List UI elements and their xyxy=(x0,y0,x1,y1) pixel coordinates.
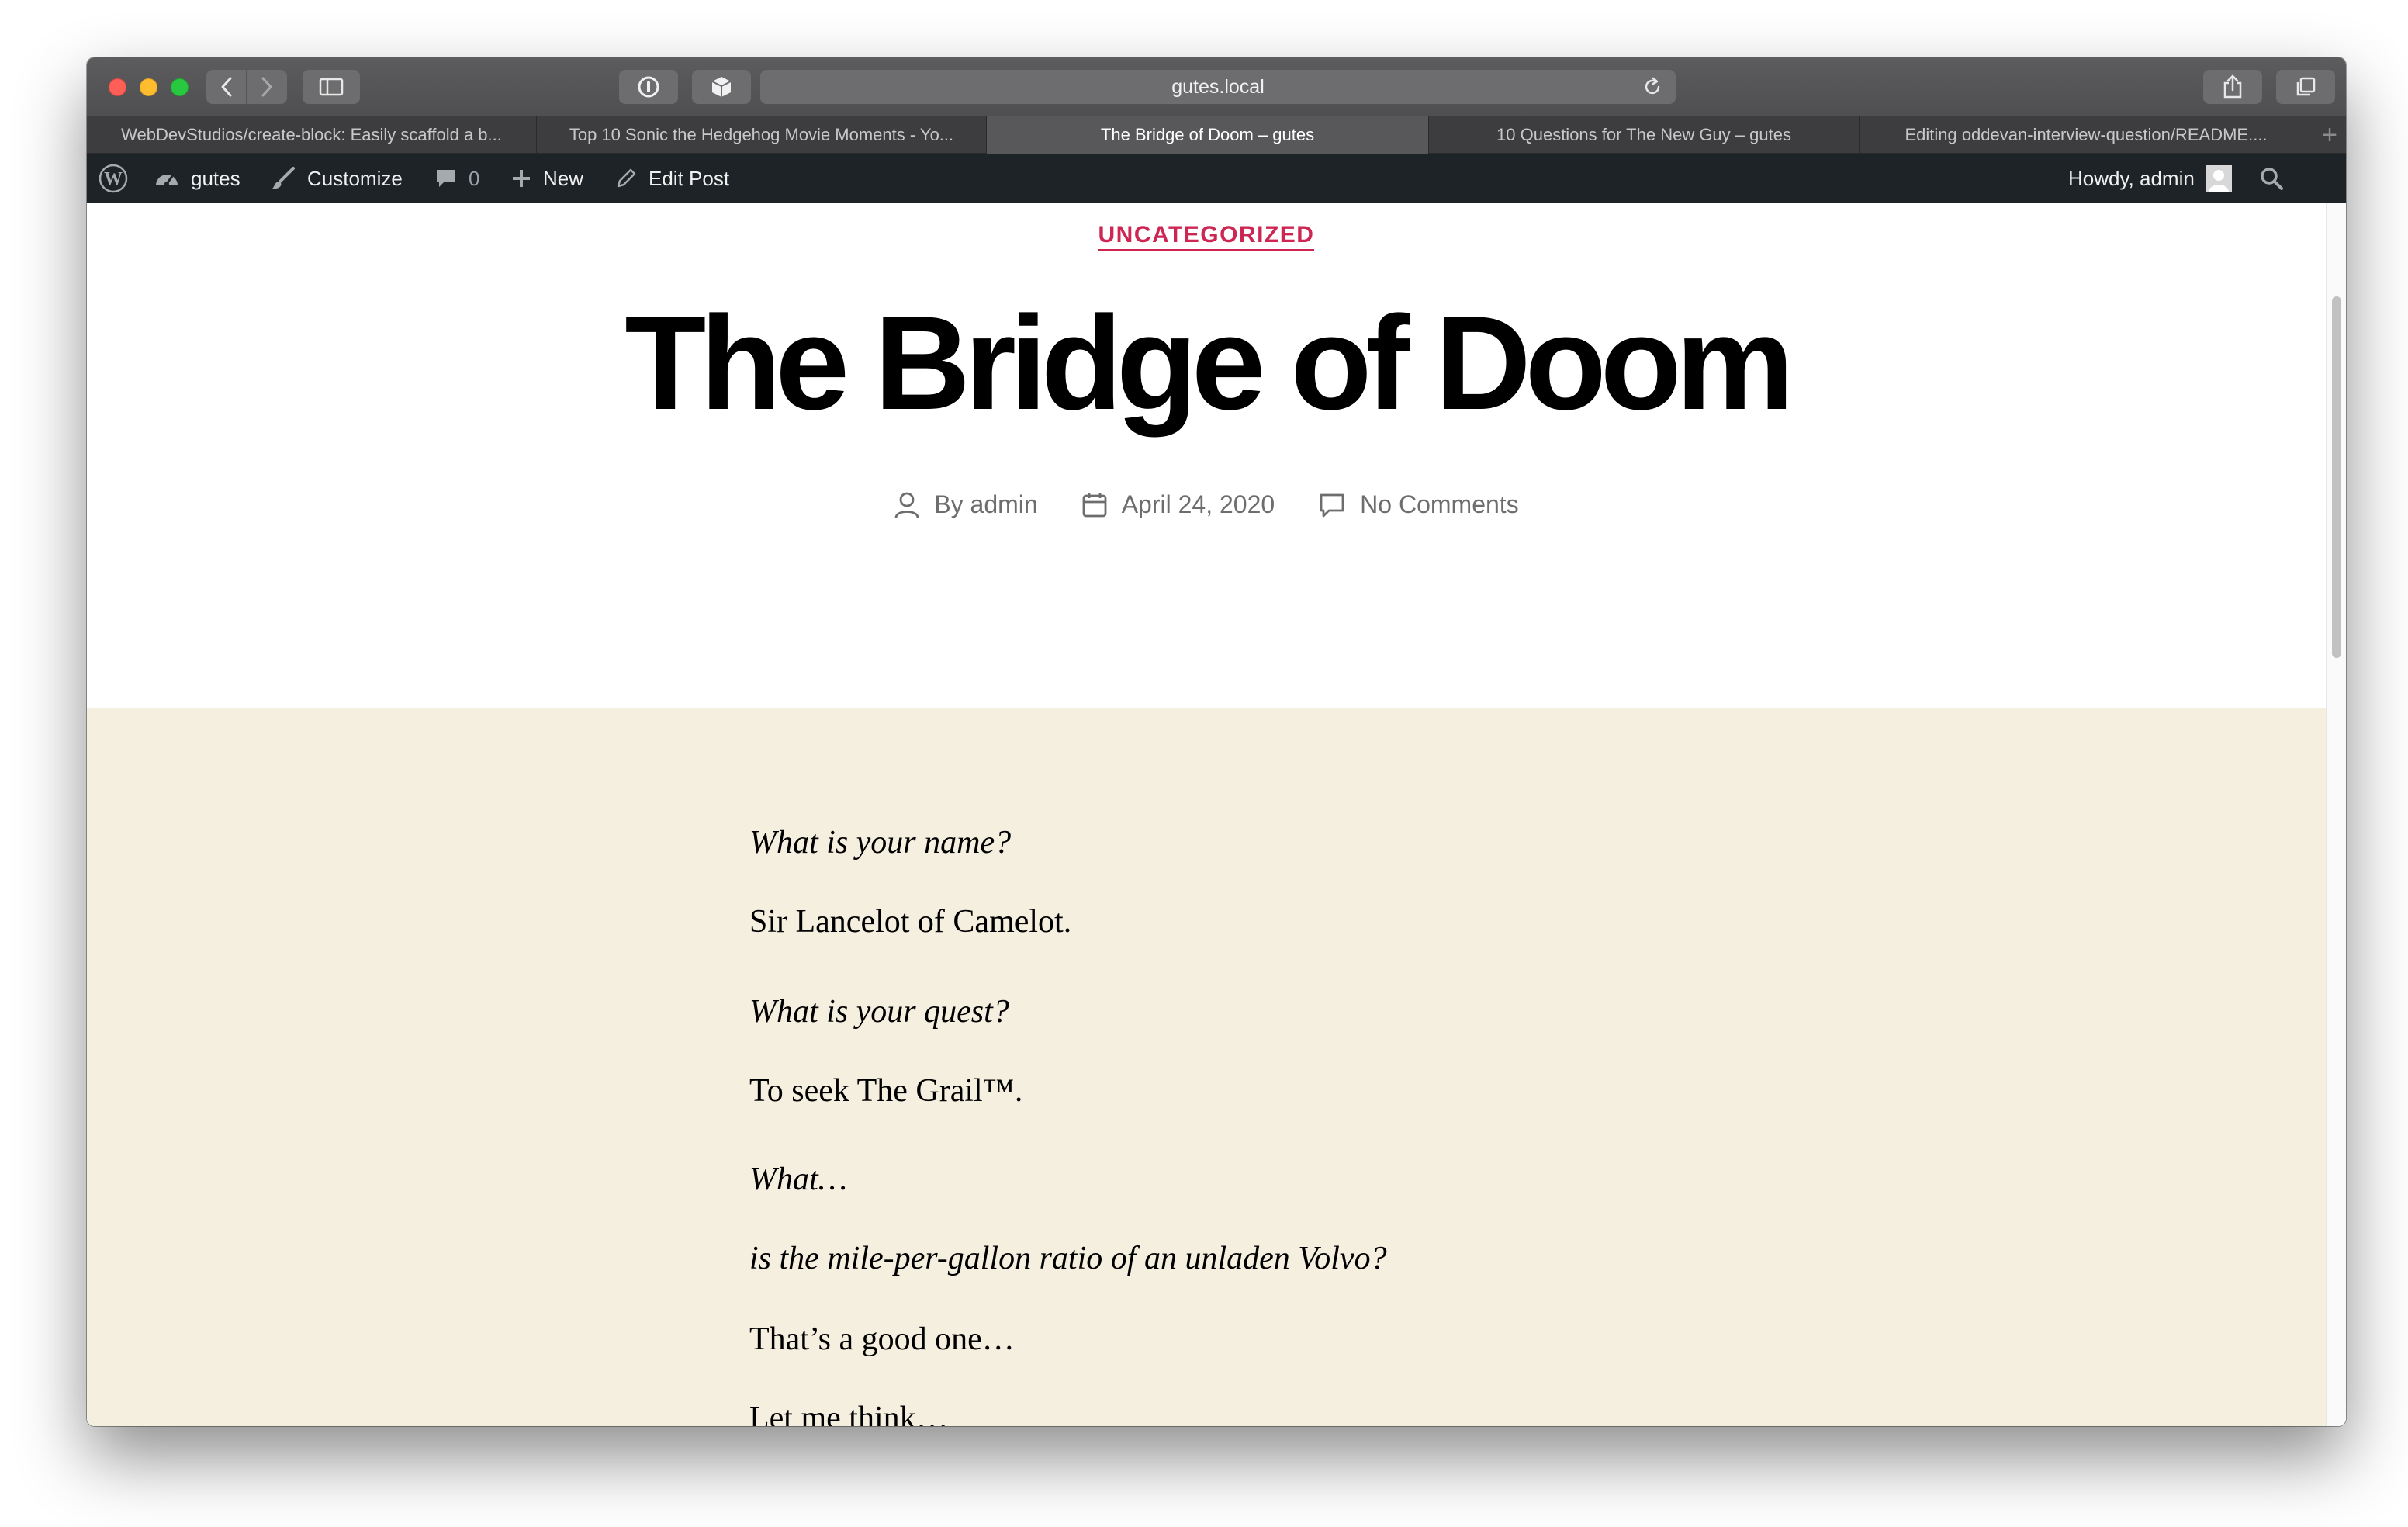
share-icon[interactable] xyxy=(2203,70,2262,104)
comments-count: 0 xyxy=(469,166,480,190)
close-icon[interactable] xyxy=(109,78,126,96)
edit-post-link[interactable]: Edit Post xyxy=(614,154,729,203)
post-category: UNCATEGORIZED xyxy=(87,222,2326,251)
reload-icon[interactable] xyxy=(1642,76,1663,98)
tab-label: The Bridge of Doom – gutes xyxy=(1100,125,1315,144)
page-content: UNCATEGORIZED The Bridge of Doom By admi… xyxy=(87,203,2326,1426)
calendar-icon xyxy=(1082,493,1107,517)
new-content-link[interactable]: New xyxy=(510,154,583,203)
comment-icon xyxy=(437,170,455,187)
browser-window: gutes.local WebDevStudios/create-block: … xyxy=(87,57,2346,1426)
tab-label: Top 10 Sonic the Hedgehog Movie Moments … xyxy=(569,125,954,144)
tab-label: WebDevStudios/create-block: Easily scaff… xyxy=(121,125,502,144)
dialogue-line: What… xyxy=(749,1162,847,1197)
tab-create-block[interactable]: WebDevStudios/create-block: Easily scaff… xyxy=(87,116,537,154)
svg-text:W: W xyxy=(104,169,123,189)
wp-admin-bar: W gutes Customize 0 New Edit Post Howdy,… xyxy=(87,154,2346,203)
dashboard-icon xyxy=(156,175,178,186)
my-account-menu[interactable]: Howdy, admin xyxy=(2068,154,2232,203)
howdy-label: Howdy, admin xyxy=(2068,166,2195,190)
post-date[interactable]: April 24, 2020 xyxy=(1081,490,1275,519)
plus-icon xyxy=(513,170,530,187)
dialogue-line: What is your name? xyxy=(749,825,1012,860)
extension-icon[interactable] xyxy=(692,70,751,104)
category-link[interactable]: UNCATEGORIZED xyxy=(1098,222,1315,251)
tab-sonic[interactable]: Top 10 Sonic the Hedgehog Movie Moments … xyxy=(537,116,987,154)
forward-icon[interactable] xyxy=(247,70,287,104)
sidebar-icon[interactable] xyxy=(303,70,360,104)
nav-buttons xyxy=(206,70,287,104)
zoom-icon[interactable] xyxy=(171,78,189,96)
customize-label: Customize xyxy=(307,166,403,190)
site-name-menu[interactable]: gutes xyxy=(154,154,240,203)
back-icon[interactable] xyxy=(206,70,247,104)
pencil-icon xyxy=(617,168,636,188)
dialogue-line: Let me think… xyxy=(749,1401,949,1426)
minimize-icon[interactable] xyxy=(140,78,157,96)
url-text: gutes.local xyxy=(1171,75,1265,98)
tab-editing-readme[interactable]: Editing oddevan-interview-question/READM… xyxy=(1860,116,2313,154)
scrollbar-thumb[interactable] xyxy=(2332,296,2341,658)
post-title: The Bridge of Doom xyxy=(624,289,1794,438)
dialogue-line: To seek The Grail™. xyxy=(749,1073,1023,1109)
password-icon[interactable] xyxy=(619,70,678,104)
dialogue-line: is the mile-per-gallon ratio of an unlad… xyxy=(749,1241,1387,1276)
post-author[interactable]: By admin xyxy=(894,490,1038,519)
edit-post-label: Edit Post xyxy=(649,166,730,190)
address-bar[interactable]: gutes.local xyxy=(760,70,1676,104)
cover-block: What is your name? Sir Lancelot of Camel… xyxy=(87,708,2326,1426)
avatar-icon xyxy=(2205,165,2232,192)
dialogue-line: That’s a good one… xyxy=(749,1321,1015,1357)
search-icon[interactable] xyxy=(2259,154,2284,203)
site-name: gutes xyxy=(191,166,240,190)
tab-label: 10 Questions for The New Guy – gutes xyxy=(1496,125,1791,144)
post-meta: By admin April 24, 2020 No Comments xyxy=(87,490,2326,519)
browser-toolbar: gutes.local xyxy=(87,57,2346,116)
tab-ten-questions[interactable]: 10 Questions for The New Guy – gutes xyxy=(1429,116,1860,154)
wordpress-icon[interactable]: W xyxy=(98,154,129,203)
tabs-overview-icon[interactable] xyxy=(2276,70,2335,104)
customize-link[interactable]: Customize xyxy=(270,154,403,203)
comment-bubble-icon xyxy=(1320,493,1344,517)
dialogue-line: What is your quest? xyxy=(749,994,1009,1030)
new-tab-button[interactable]: + xyxy=(2313,116,2346,154)
comments-text: No Comments xyxy=(1360,490,1519,518)
user-icon xyxy=(894,492,919,518)
new-label: New xyxy=(543,166,584,190)
post-comments[interactable]: No Comments xyxy=(1318,490,1519,519)
author-text: By admin xyxy=(934,490,1038,518)
dialogue-line: Sir Lancelot of Camelot. xyxy=(749,904,1072,940)
tab-bar: WebDevStudios/create-block: Easily scaff… xyxy=(87,116,2346,154)
comments-link[interactable]: 0 xyxy=(434,154,479,203)
date-text: April 24, 2020 xyxy=(1121,490,1275,518)
page-scrollbar[interactable] xyxy=(2326,203,2346,1426)
brush-icon xyxy=(272,167,295,189)
tab-bridge-of-doom[interactable]: The Bridge of Doom – gutes xyxy=(987,116,1429,154)
tab-label: Editing oddevan-interview-question/READM… xyxy=(1905,125,2268,144)
